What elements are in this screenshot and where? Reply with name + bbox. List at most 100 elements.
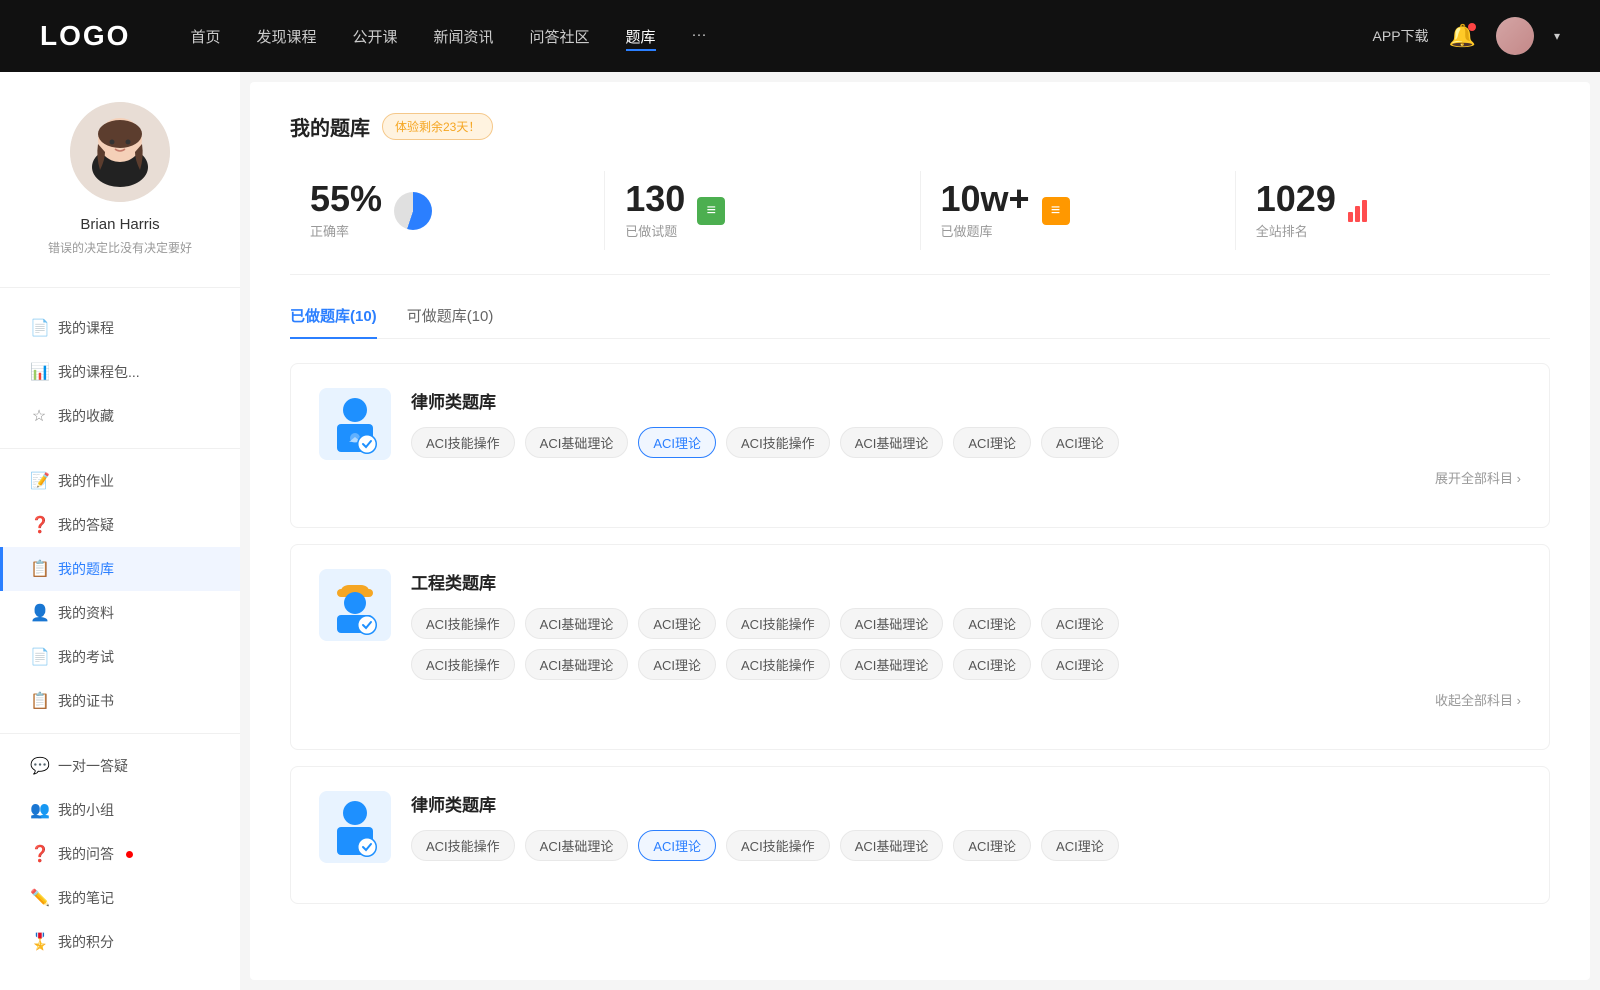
done-questions-icon: ≡ [697,197,725,225]
tag-aci-theory-active[interactable]: ACI理论 [638,427,716,458]
notification-bell[interactable]: 🔔 [1449,23,1476,49]
course-icon: 📄 [30,318,48,338]
eng-tag-8[interactable]: ACI技能操作 [411,649,515,680]
law2-tag-6[interactable]: ACI理论 [953,830,1031,861]
quiz-bank-header-2: 工程类题库 ACI技能操作 ACI基础理论 ACI理论 ACI技能操作 ACI基… [319,569,1521,709]
sidebar-username: Brian Harris [80,216,159,233]
sidebar-item-label: 我的课程包... [58,362,140,382]
tag-aci-skill-op2[interactable]: ACI技能操作 [726,427,830,458]
sidebar-item-my-profile[interactable]: 👤 我的资料 [0,591,240,635]
nav-news[interactable]: 新闻资讯 [434,22,494,51]
trial-badge: 体验剩余23天！ [382,113,493,140]
sidebar-avatar [70,102,170,202]
sidebar-item-my-group[interactable]: 👥 我的小组 [0,788,240,832]
nav-more[interactable]: ··· [692,22,707,51]
quiz-bank-tags-row1: ACI技能操作 ACI基础理论 ACI理论 ACI技能操作 ACI基础理论 AC… [411,608,1521,639]
eng-tag-11[interactable]: ACI技能操作 [726,649,830,680]
law2-tag-3-active[interactable]: ACI理论 [638,830,716,861]
quiz-bank-lawyer-2: 律师类题库 ACI技能操作 ACI基础理论 ACI理论 ACI技能操作 ACI基… [290,766,1550,904]
sidebar-item-my-collection[interactable]: ☆ 我的收藏 [0,394,240,438]
law2-tag-7[interactable]: ACI理论 [1041,830,1119,861]
nav-discover[interactable]: 发现课程 [256,22,316,51]
one-on-one-icon: 💬 [30,756,48,776]
nav-home[interactable]: 首页 [190,22,220,51]
tab-done[interactable]: 已做题库(10) [290,305,377,338]
sidebar-item-one-on-one[interactable]: 💬 一对一答疑 [0,744,240,788]
tag-aci-basic-theory[interactable]: ACI基础理论 [525,427,629,458]
tag-aci-theory2[interactable]: ACI理论 [953,427,1031,458]
sidebar-item-label: 我的考试 [58,647,114,667]
sidebar-item-my-course[interactable]: 📄 我的课程 [0,306,240,350]
law2-tag-5[interactable]: ACI基础理论 [840,830,944,861]
law2-tag-2[interactable]: ACI基础理论 [525,830,629,861]
law2-tag-4[interactable]: ACI技能操作 [726,830,830,861]
sidebar-item-my-notes[interactable]: ✏️ 我的笔记 [0,876,240,920]
nav-qa[interactable]: 问答社区 [530,22,590,51]
notes-icon: ✏️ [30,888,48,908]
sidebar-item-label: 我的作业 [58,471,114,491]
eng-tag-13[interactable]: ACI理论 [953,649,1031,680]
eng-tag-7[interactable]: ACI理论 [1041,608,1119,639]
sidebar-item-my-course-pack[interactable]: 📊 我的课程包... [0,350,240,394]
stat-site-rank-value: 1029 [1256,181,1336,217]
eng-tag-10[interactable]: ACI理论 [638,649,716,680]
sidebar-menu: 📄 我的课程 📊 我的课程包... ☆ 我的收藏 📝 我的作业 ❓ 我的答疑 � [0,298,240,972]
logo: LOGO [40,20,130,52]
sidebar-item-my-cert[interactable]: 📋 我的证书 [0,679,240,723]
stat-done-questions: 130 已做试题 ≡ [605,171,920,250]
homework-icon: 📝 [30,471,48,491]
tag-aci-theory3[interactable]: ACI理论 [1041,427,1119,458]
nav-quiz[interactable]: 题库 [626,22,656,51]
eng-tag-2[interactable]: ACI基础理论 [525,608,629,639]
eng-tag-12[interactable]: ACI基础理论 [840,649,944,680]
tag-aci-skill-op[interactable]: ACI技能操作 [411,427,515,458]
sidebar-item-label: 我的证书 [58,691,114,711]
app-download-button[interactable]: APP下载 [1373,26,1429,46]
quiz-bank-title-3: 律师类题库 [411,791,1521,816]
question-notification-badge [126,851,133,858]
cert-icon: 📋 [30,691,48,711]
quiz-bank-title-2: 工程类题库 [411,569,1521,594]
tab-todo[interactable]: 可做题库(10) [407,305,494,338]
eng-tag-14[interactable]: ACI理论 [1041,649,1119,680]
quiz-bank-tags-3: ACI技能操作 ACI基础理论 ACI理论 ACI技能操作 ACI基础理论 AC… [411,830,1521,861]
sidebar-bio: 错误的决定比没有决定要好 [48,239,192,257]
nav-open-course[interactable]: 公开课 [352,22,397,51]
stats-row: 55% 正确率 130 已做试题 ≡ 10w+ 已做题库 ≡ [290,171,1550,275]
quiz-bank-tabs: 已做题库(10) 可做题库(10) [290,305,1550,339]
sidebar-divider-3 [0,733,240,734]
sidebar-item-my-homework[interactable]: 📝 我的作业 [0,459,240,503]
eng-tag-9[interactable]: ACI基础理论 [525,649,629,680]
sidebar-item-label: 我的问答 [58,844,114,864]
sidebar-item-my-qa[interactable]: ❓ 我的答疑 [0,503,240,547]
sidebar: Brian Harris 错误的决定比没有决定要好 📄 我的课程 📊 我的课程包… [0,72,240,990]
quiz-bank-icon-lawyer-1 [319,388,391,460]
eng-tag-1[interactable]: ACI技能操作 [411,608,515,639]
collapse-link-2[interactable]: 收起全部科目 › [411,690,1521,709]
profile-icon: 👤 [30,603,48,623]
sidebar-divider-1 [0,287,240,288]
course-pack-icon: 📊 [30,362,48,382]
page-header: 我的题库 体验剩余23天！ [290,112,1550,141]
qa-icon: ❓ [30,515,48,535]
user-menu-chevron[interactable]: ▾ [1554,29,1560,43]
law2-tag-1[interactable]: ACI技能操作 [411,830,515,861]
collection-icon: ☆ [30,406,48,426]
navbar-right: APP下载 🔔 ▾ [1373,17,1560,55]
quiz-bank-icon-engineer [319,569,391,641]
main-layout: Brian Harris 错误的决定比没有决定要好 📄 我的课程 📊 我的课程包… [0,72,1600,990]
eng-tag-6[interactable]: ACI理论 [953,608,1031,639]
eng-tag-4[interactable]: ACI技能操作 [726,608,830,639]
expand-link-1[interactable]: 展开全部科目 › [411,468,1521,487]
user-avatar[interactable] [1496,17,1534,55]
sidebar-item-my-points[interactable]: 🎖️ 我的积分 [0,920,240,964]
sidebar-item-my-exam[interactable]: 📄 我的考试 [0,635,240,679]
sidebar-item-my-quiz[interactable]: 📋 我的题库 [0,547,240,591]
bar2 [1355,206,1360,222]
eng-tag-5[interactable]: ACI基础理论 [840,608,944,639]
sidebar-divider-2 [0,448,240,449]
eng-tag-3[interactable]: ACI理论 [638,608,716,639]
sidebar-item-my-questions[interactable]: ❓ 我的问答 [0,832,240,876]
page-title: 我的题库 [290,112,370,141]
tag-aci-basic-theory2[interactable]: ACI基础理论 [840,427,944,458]
